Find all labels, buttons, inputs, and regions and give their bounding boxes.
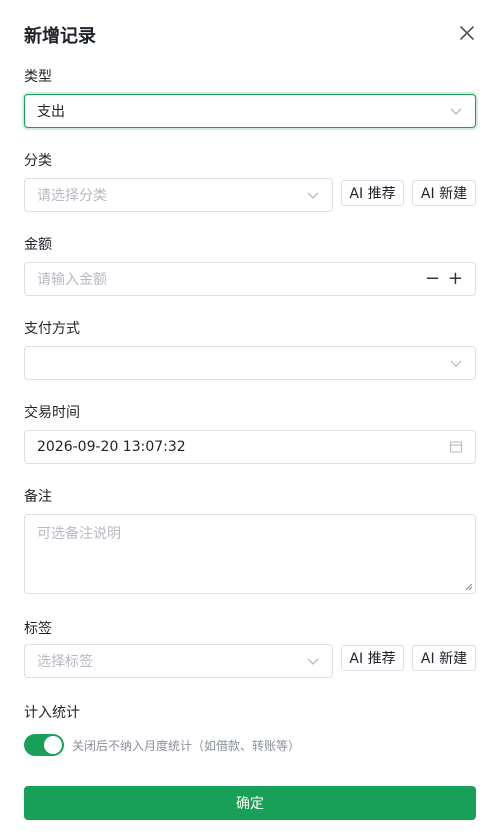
category-label: 分类 [24,153,52,169]
increment-button[interactable]: + [448,270,463,288]
calendar-icon [449,441,463,453]
tags-label: 标签 [24,621,52,637]
payment-select[interactable] [24,346,476,380]
category-ai-create-button[interactable]: AI 新建 [412,180,476,206]
tags-select[interactable]: 选择标签 [24,644,333,678]
decrement-button[interactable]: − [425,270,440,288]
submit-button[interactable]: 确定 [24,786,476,820]
amount-label: 金额 [24,237,52,253]
toggle-knob [44,736,62,754]
amount-input[interactable]: 请输入金额 − + [24,262,476,296]
amount-stepper: − + [425,270,463,288]
category-ai-recommend-button[interactable]: AI 推荐 [341,180,404,206]
type-label: 类型 [24,69,52,85]
type-value: 支出 [37,104,65,120]
category-placeholder: 请选择分类 [37,188,107,204]
chevron-down-icon [450,108,462,115]
note-textarea[interactable]: 可选备注说明 [24,514,476,594]
amount-placeholder: 请输入金额 [37,272,107,288]
new-record-dialog: 新增记录 类型 支出 分类 请选择分类 AI 推荐 AI 新建 金额 请输入金额… [0,0,500,840]
stats-toggle[interactable] [24,734,64,756]
stats-label: 计入统计 [24,705,80,721]
category-select[interactable]: 请选择分类 [24,178,333,212]
tags-ai-recommend-button[interactable]: AI 推荐 [341,645,404,671]
close-button[interactable] [456,22,478,44]
dialog-title: 新增记录 [24,26,96,47]
time-label: 交易时间 [24,405,80,421]
chevron-down-icon [450,360,462,367]
chevron-down-icon [307,658,319,665]
type-select[interactable]: 支出 [24,94,476,128]
stats-hint: 关闭后不纳入月度统计（如借款、转账等） [72,739,301,753]
tags-ai-create-button[interactable]: AI 新建 [412,645,476,671]
close-icon [460,26,474,40]
chevron-down-icon [307,192,319,199]
time-picker[interactable]: 2026-09-20 13:07:32 [24,430,476,464]
time-value: 2026-09-20 13:07:32 [37,439,186,455]
tags-placeholder: 选择标签 [37,654,93,670]
note-placeholder: 可选备注说明 [37,526,121,542]
note-label: 备注 [24,489,52,505]
payment-label: 支付方式 [24,321,80,337]
resize-handle-icon[interactable] [465,583,473,591]
